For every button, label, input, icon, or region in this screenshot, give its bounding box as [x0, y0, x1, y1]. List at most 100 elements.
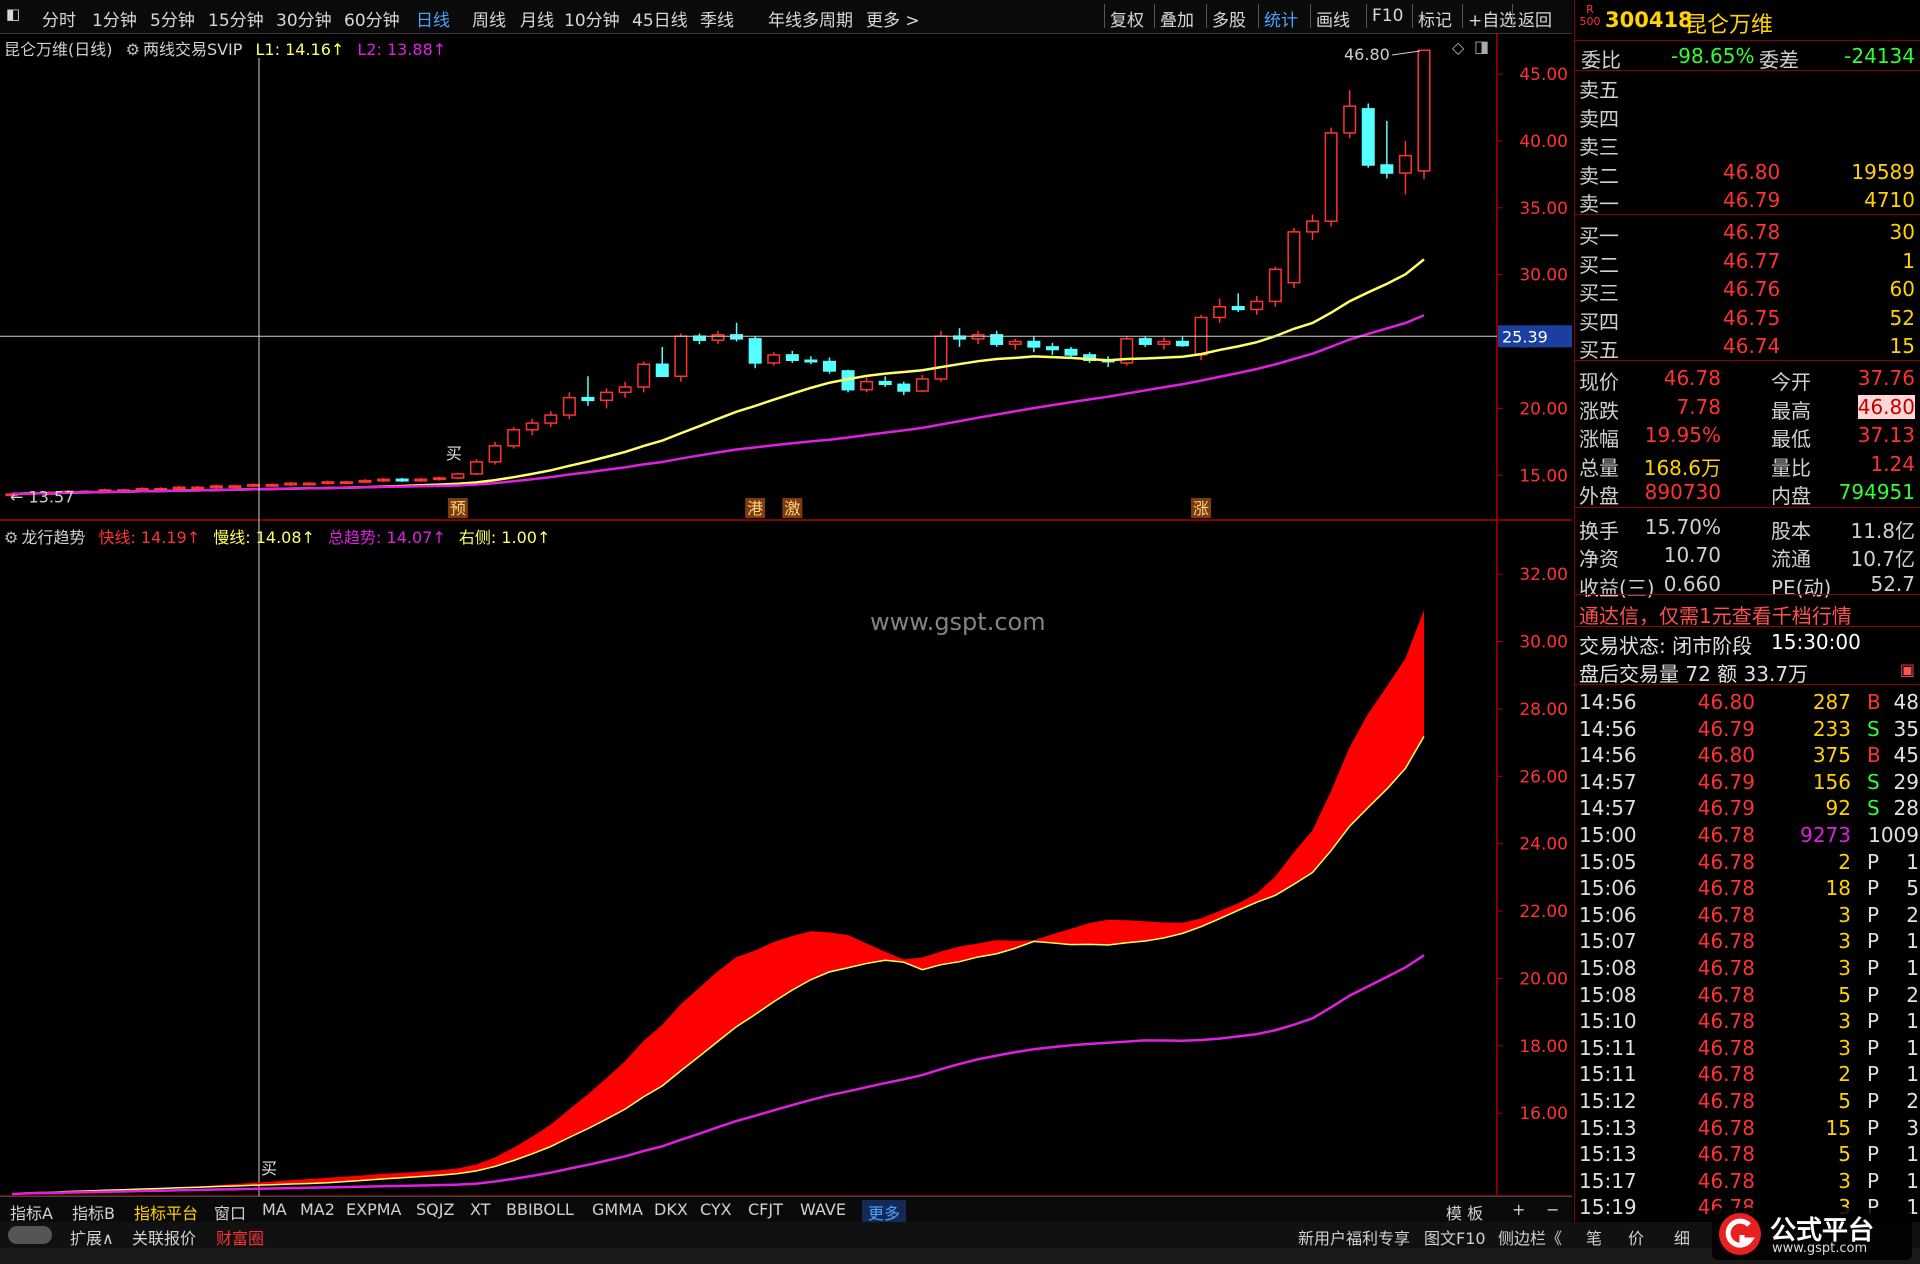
zoom-in-button[interactable]: + — [1512, 1200, 1525, 1219]
divider — [1575, 70, 1920, 71]
period-tab-5[interactable]: 60分钟 — [344, 6, 400, 31]
indicator-tab-12[interactable]: CYX — [700, 1200, 732, 1219]
indicator-tab-1[interactable]: 指标B — [72, 1200, 115, 1224]
tab-ticks[interactable]: 笔 — [1586, 1225, 1602, 1249]
panel-toggle-icon[interactable]: ◧ — [6, 5, 20, 23]
template-button[interactable]: 模 板 — [1446, 1200, 1483, 1224]
notice-text: 通达信，仅需1元查看千档行情 — [1579, 604, 1852, 628]
tick-time: 15:06 — [1579, 902, 1637, 927]
indicator-tab-14[interactable]: WAVE — [800, 1200, 846, 1219]
kline-chart[interactable]: 45.0040.0035.0030.0025.0020.0015.0032.00… — [0, 34, 1572, 1228]
indicator-tab-0[interactable]: 指标A — [10, 1200, 53, 1224]
period-tab-14[interactable]: 更多 > — [866, 6, 920, 31]
tool-button-2[interactable]: 多股 — [1212, 6, 1246, 31]
candle — [1417, 49, 1431, 180]
candle — [674, 333, 688, 382]
sub-legend-fast: 快线: 14.19↑ — [98, 528, 201, 547]
stock-name: 昆仑万维 — [1685, 13, 1774, 38]
ask-row: 卖二 46.80 19589 — [1575, 158, 1920, 188]
indicator-tab-8[interactable]: XT — [470, 1200, 490, 1219]
diamond-icon[interactable]: ◇ — [1452, 38, 1464, 57]
tick-price: 46.80 — [1697, 690, 1755, 714]
indicator-tab-9[interactable]: BBIBOLL — [506, 1200, 574, 1219]
indicator-tab-6[interactable]: EXPMA — [346, 1200, 401, 1219]
quote-row: 涨幅 19.95% 最低 37.13 — [1575, 421, 1920, 451]
period-tab-3[interactable]: 15分钟 — [208, 6, 264, 31]
chart-area[interactable]: 45.0040.0035.0030.0025.0020.0015.0032.00… — [0, 34, 1572, 1228]
period-tab-13[interactable]: 多周期 — [802, 6, 853, 31]
wealth-circle-button[interactable]: 财富圈 — [216, 1225, 264, 1249]
tool-button-0[interactable]: 复权 — [1110, 6, 1144, 31]
tool-button-5[interactable]: F10 — [1372, 6, 1403, 26]
period-tab-11[interactable]: 季线 — [700, 6, 734, 31]
bid-volume: 60 — [1889, 277, 1915, 301]
indicator-tab-7[interactable]: SQJZ — [416, 1200, 454, 1219]
scroll-icon[interactable]: ▣ — [1900, 660, 1915, 679]
period-tab-6[interactable]: 日线 — [416, 6, 450, 31]
indicator-tab-3[interactable]: 窗口 — [214, 1200, 246, 1224]
tool-button-7[interactable]: +自选 — [1468, 6, 1516, 31]
sub-axis-label: 18.00 — [1519, 1037, 1568, 1057]
tab-price[interactable]: 价 — [1628, 1225, 1644, 1249]
promo-link[interactable]: 新用户福利专享 — [1298, 1225, 1410, 1249]
weicha-value: -24134 — [1844, 44, 1915, 68]
indicator-tab-10[interactable]: GMMA — [592, 1200, 643, 1219]
buy-signal-label: 买 — [446, 444, 462, 463]
expand-button[interactable]: 扩展∧ — [70, 1225, 114, 1249]
indicator-tab-5[interactable]: MA2 — [300, 1200, 335, 1219]
tool-button-4[interactable]: 画线 — [1316, 6, 1350, 31]
bid-price: 46.76 — [1723, 277, 1781, 301]
after-hours-row: 盘后交易量 72 额 33.7万 ▣ — [1575, 656, 1920, 686]
tick-volume: 15 — [1825, 1115, 1851, 1140]
candle — [748, 336, 762, 369]
indicator-tab-2[interactable]: 指标平台 — [134, 1200, 198, 1224]
period-tab-10[interactable]: 45日线 — [632, 6, 688, 31]
quote-label-2: 内盘 — [1771, 484, 1811, 508]
candle — [507, 427, 521, 449]
ask-row: 卖四 — [1575, 101, 1920, 131]
period-tab-8[interactable]: 月线 — [520, 6, 554, 31]
indicator-tab-15[interactable]: 更多 — [862, 1200, 907, 1224]
period-tab-1[interactable]: 1分钟 — [92, 6, 137, 31]
sub-settings-icon[interactable]: ⚙ — [4, 528, 18, 547]
sidebar-button[interactable]: 侧边栏《 — [1498, 1225, 1562, 1249]
indicator-tab-4[interactable]: MA — [262, 1200, 287, 1219]
tool-button-6[interactable]: 标记 — [1418, 6, 1452, 31]
tick-side: P — [1867, 1142, 1880, 1167]
period-tab-0[interactable]: 分时 — [42, 6, 76, 31]
tab-detail[interactable]: 细 — [1674, 1225, 1690, 1249]
period-tab-4[interactable]: 30分钟 — [276, 6, 332, 31]
expand-toggle[interactable] — [8, 1226, 52, 1244]
period-tab-9[interactable]: 10分钟 — [564, 6, 620, 31]
indicator-tab-11[interactable]: DKX — [654, 1200, 688, 1219]
tick-volume: 9273 — [1800, 823, 1851, 847]
quote-value: 7.78 — [1676, 394, 1721, 419]
tick-count: 3 — [1906, 1115, 1919, 1140]
tool-button-8[interactable]: 返回 — [1518, 6, 1552, 31]
indicator-tab-13[interactable]: CFJT — [748, 1200, 783, 1219]
indicator-settings-icon[interactable]: ⚙ — [126, 40, 140, 59]
period-tab-2[interactable]: 5分钟 — [150, 6, 195, 31]
quote-row: 总量 168.6万 量比 1.24 — [1575, 450, 1920, 480]
period-tab-12[interactable]: 年线 — [768, 6, 802, 31]
tick-volume: 5 — [1838, 982, 1851, 1007]
tick-time: 15:13 — [1579, 1142, 1637, 1167]
main-legend-indicator[interactable]: 两线交易SVIP — [143, 40, 242, 59]
tick-price: 46.78 — [1697, 849, 1755, 874]
tick-volume: 375 — [1812, 743, 1851, 768]
after-hours-text: 盘后交易量 72 额 33.7万 — [1579, 662, 1809, 686]
sub-axis-label: 20.00 — [1519, 969, 1568, 989]
tick-price: 46.78 — [1697, 876, 1755, 901]
window-icon[interactable]: ◨ — [1474, 37, 1489, 56]
quote-label: 换手 — [1579, 518, 1619, 543]
zoom-out-button[interactable]: − — [1546, 1200, 1559, 1219]
f10-button[interactable]: 图文F10 — [1424, 1225, 1486, 1249]
tool-button-3[interactable]: 统计 — [1264, 6, 1298, 31]
period-tab-7[interactable]: 周线 — [472, 6, 506, 31]
tick-price: 46.78 — [1697, 823, 1755, 847]
sub-legend-name[interactable]: 龙行趋势 — [21, 528, 85, 547]
related-quote-button[interactable]: 关联报价 — [132, 1225, 196, 1249]
main-axis-label: 20.00 — [1519, 399, 1568, 419]
tool-button-1[interactable]: 叠加 — [1160, 6, 1194, 31]
tick-row: 15:08 46.78 3 P 1 — [1575, 954, 1920, 981]
